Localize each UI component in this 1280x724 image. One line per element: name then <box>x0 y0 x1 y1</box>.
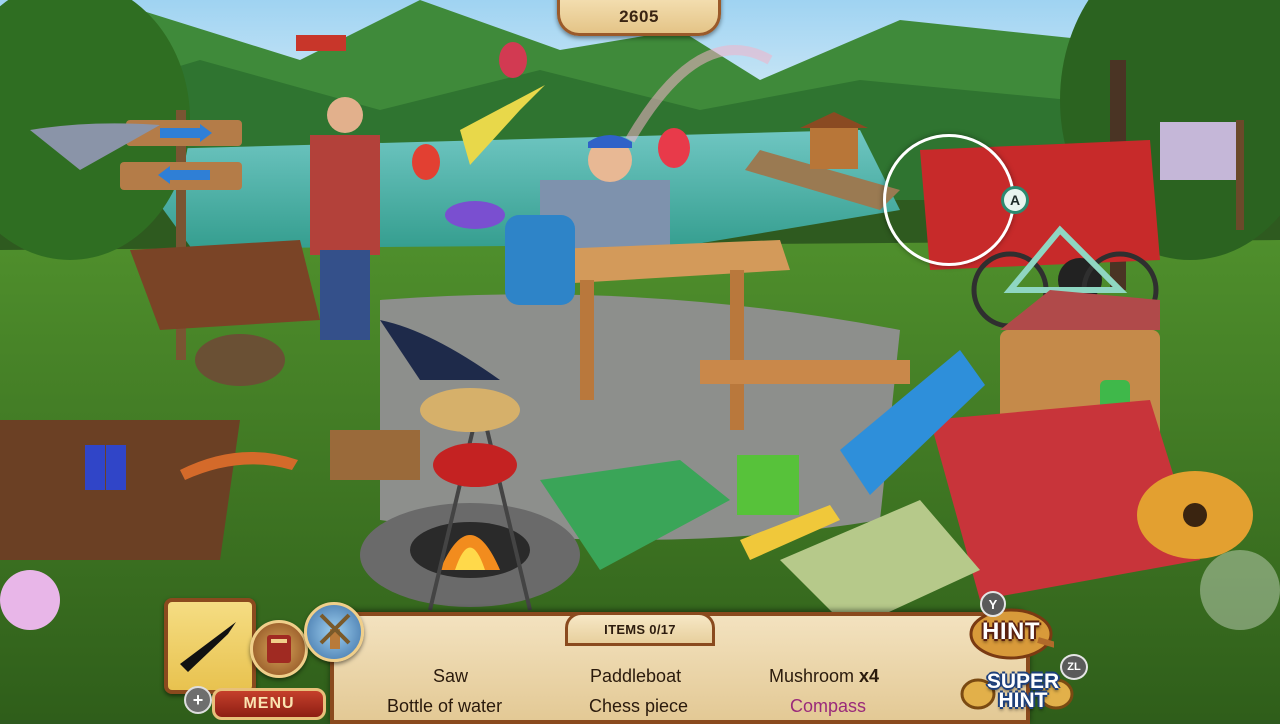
item-name: Compass <box>790 696 867 716</box>
items-counter: ITEMS 0/17 <box>604 621 676 637</box>
item-compass[interactable]: Compass <box>790 696 866 717</box>
items-grid: Saw Paddleboat Mushroom x4 Bottle of wat… <box>360 662 950 722</box>
hidden-object-paddleboat[interactable] <box>725 150 785 190</box>
item-name: Saw <box>433 666 469 686</box>
hang-glider-icon <box>180 622 236 672</box>
item-count: x4 <box>859 666 880 686</box>
item-name: Bottle of water <box>387 696 503 716</box>
item-paddleboat[interactable]: Paddleboat <box>590 666 681 687</box>
menu-label: MENU <box>243 695 295 712</box>
hidden-object-hang-glider[interactable] <box>458 84 548 166</box>
super-hint-line2: HINT <box>998 689 1048 712</box>
hint-label: HINT <box>982 618 1040 645</box>
score-value: 2605 <box>619 6 659 26</box>
item-mushroom[interactable]: Mushroom x4 <box>769 666 879 687</box>
journal-book-icon[interactable] <box>250 620 308 678</box>
super-hint-button[interactable]: SUPER HINT <box>958 664 1078 720</box>
item-preview-frame[interactable] <box>164 598 256 694</box>
a-button-badge: A <box>1001 186 1029 214</box>
zl-button-badge: ZL <box>1060 654 1088 680</box>
item-name: Mushroom <box>769 666 855 686</box>
score-plate: 2605 <box>557 0 721 36</box>
items-counter-tab: ITEMS 0/17 <box>565 612 715 646</box>
item-name: Paddleboat <box>590 666 682 686</box>
item-bottle-of-water[interactable]: Bottle of water <box>387 696 502 717</box>
windmill-icon[interactable] <box>304 602 364 662</box>
menu-button[interactable]: MENU <box>212 688 326 720</box>
plus-button-badge: + <box>184 686 212 714</box>
item-chess-piece[interactable]: Chess piece <box>589 696 688 717</box>
y-button-badge: Y <box>980 591 1006 617</box>
item-saw[interactable]: Saw <box>433 666 468 687</box>
search-cursor-ring[interactable] <box>883 134 1015 266</box>
super-hint-label: SUPER HINT <box>968 671 1078 712</box>
item-name: Chess piece <box>589 696 689 716</box>
hidden-object-saw[interactable] <box>535 432 585 477</box>
